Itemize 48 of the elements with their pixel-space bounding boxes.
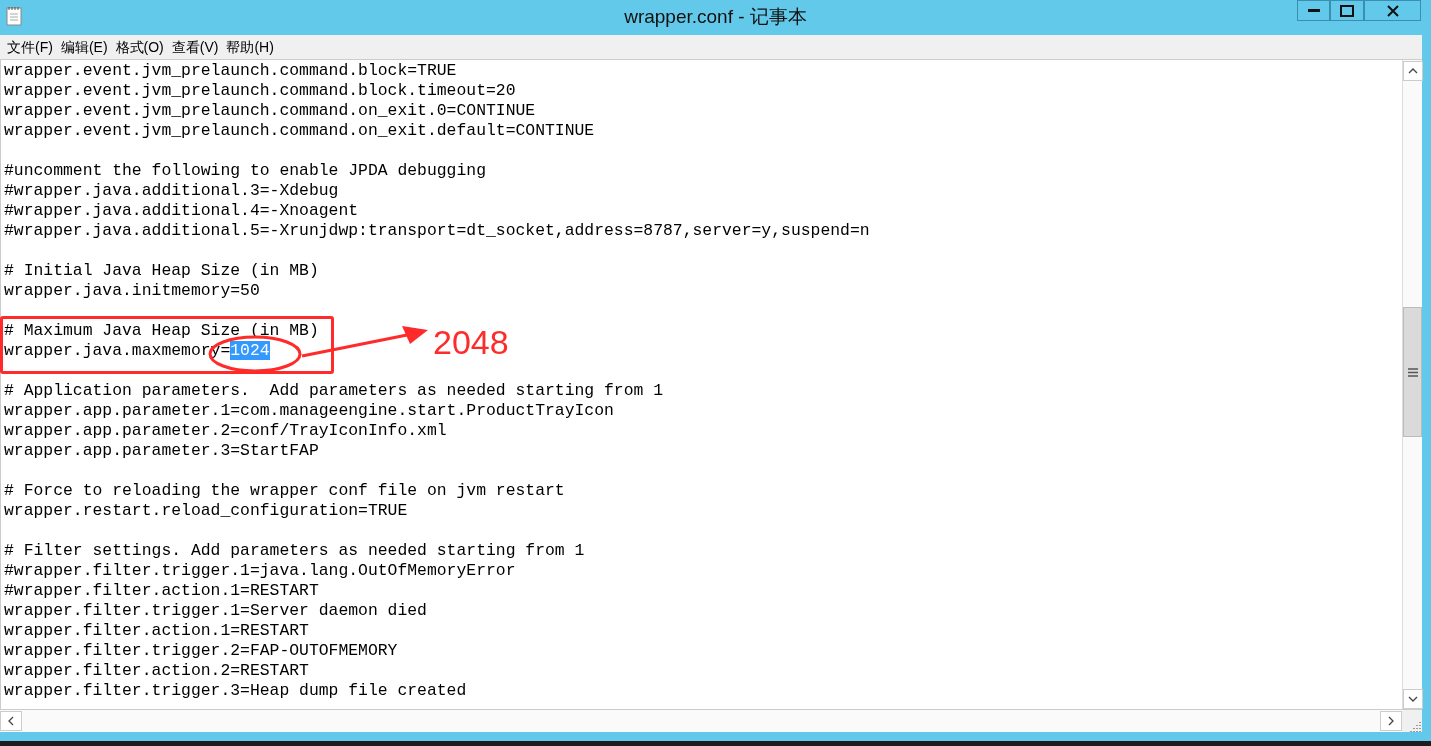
resize-grip-icon[interactable] <box>1410 720 1422 732</box>
scroll-left-icon[interactable] <box>0 711 22 731</box>
close-icon <box>1386 4 1399 17</box>
code-line: #wrapper.filter.action.1=RESTART <box>4 581 319 601</box>
code-line: wrapper.restart.reload_configuration=TRUE <box>4 501 408 521</box>
menu-item[interactable]: 格式(O) <box>111 36 168 58</box>
code-line: # Initial Java Heap Size (in MB) <box>4 261 319 281</box>
grip-icon <box>1407 367 1418 377</box>
notepad-icon <box>6 6 22 26</box>
code-line: #wrapper.java.additional.3=-Xdebug <box>4 181 339 201</box>
code-line: wrapper.filter.trigger.1=Server daemon died <box>4 601 427 621</box>
scroll-up-icon[interactable] <box>1403 61 1423 81</box>
code-line: #wrapper.filter.trigger.1=java.lang.OutOfMemoryError <box>4 561 516 581</box>
menu-item[interactable]: 文件(F) <box>3 36 57 58</box>
maximize-button[interactable] <box>1330 0 1364 21</box>
horizontal-scrollbar[interactable] <box>0 710 1402 732</box>
code-line: wrapper.app.parameter.3=StartFAP <box>4 441 319 461</box>
code-line: wrapper.app.parameter.1=com.manageengine.start.ProductTrayIcon <box>4 401 614 421</box>
close-button[interactable] <box>1364 0 1421 21</box>
menu-item[interactable]: 帮助(H) <box>222 36 278 58</box>
code-line: wrapper.filter.action.1=RESTART <box>4 621 309 641</box>
menu-item[interactable]: 编辑(E) <box>56 36 112 58</box>
code-line: # Maximum Java Heap Size (in MB) <box>4 321 319 341</box>
minimize-icon <box>1307 8 1320 13</box>
code-line: #wrapper.java.additional.4=-Xnoagent <box>4 201 359 221</box>
code-line: # Force to reloading the wrapper conf file on jvm restart <box>4 481 565 501</box>
scrollbar-thumb[interactable] <box>1403 307 1422 437</box>
maximize-icon <box>1340 4 1354 17</box>
code-line: wrapper.event.jvm_prelaunch.command.on_exit.0=CONTINUE <box>4 101 536 121</box>
code-line: # Application parameters. Add parameters as needed starting from 1 <box>4 381 663 401</box>
scroll-down-icon[interactable] <box>1403 689 1423 709</box>
code-line: #wrapper.java.additional.5=-Xrunjdwp:transport=dt_socket,address=8787,server=y,suspend=n <box>4 221 870 241</box>
code-line: wrapper.filter.action.2=RESTART <box>4 661 309 681</box>
code-line: wrapper.java.initmemory=50 <box>4 281 260 301</box>
code-line: wrapper.event.jvm_prelaunch.command.block.timeout=20 <box>4 81 516 101</box>
vertical-scrollbar[interactable] <box>1402 60 1422 709</box>
code-line: wrapper.event.jvm_prelaunch.command.block=TRUE <box>4 61 457 81</box>
code-line: wrapper.filter.trigger.3=Heap dump file created <box>4 681 467 701</box>
code-line: wrapper.filter.trigger.2=FAP-OUTOFMEMORY <box>4 641 398 661</box>
code-line: wrapper.event.jvm_prelaunch.command.on_exit.default=CONTINUE <box>4 121 595 141</box>
window-title: wrapper.conf - 记事本 <box>624 5 807 30</box>
code-line: # Filter settings. Add parameters as needed starting from 1 <box>4 541 585 561</box>
callout-label: 2048 <box>433 322 509 362</box>
code-line: #uncomment the following to enable JPDA debugging <box>4 161 486 181</box>
code-line: wrapper.app.parameter.2=conf/TrayIconInfo.xml <box>4 421 447 441</box>
scroll-right-icon[interactable] <box>1380 711 1402 731</box>
minimize-button[interactable] <box>1297 0 1330 21</box>
menu-item[interactable]: 查看(V) <box>167 36 223 58</box>
